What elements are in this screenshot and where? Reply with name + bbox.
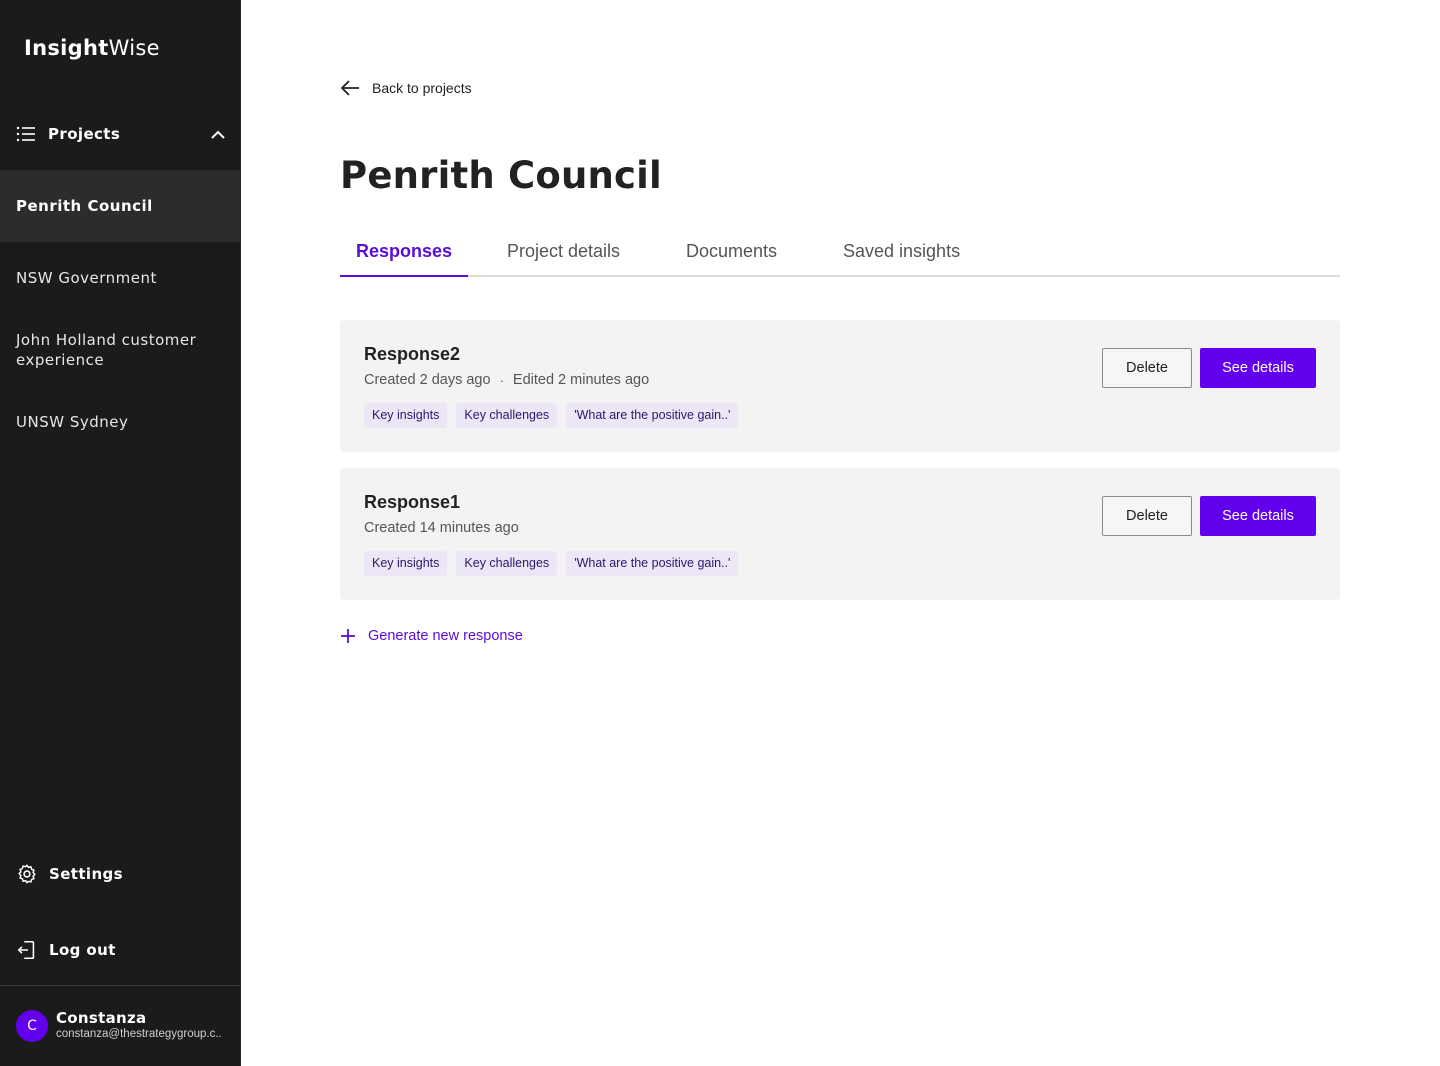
tag-question[interactable]: 'What are the positive gain..' <box>566 403 739 428</box>
response-title: Response2 <box>364 344 461 364</box>
tab-label: Responses <box>356 241 453 261</box>
see-details-button[interactable]: See details <box>1200 496 1316 536</box>
logo-bold-text: Insight <box>24 36 109 60</box>
logout-button[interactable]: Log out <box>16 936 225 964</box>
tab-bar: Responses Project details Documents Save… <box>340 230 1340 277</box>
back-to-projects-link[interactable]: Back to projects <box>340 76 472 100</box>
sidebar-item-john-holland[interactable]: John Holland customer experience <box>0 328 240 372</box>
sidebar-item-label: Penrith Council <box>16 197 153 215</box>
response-card: Response1 Created 14 minutes ago Key ins… <box>340 468 1340 600</box>
sidebar-item-unsw-sydney[interactable]: UNSW Sydney <box>0 400 240 444</box>
response-tags: Key insights Key challenges 'What are th… <box>364 403 739 428</box>
response-meta: Created 14 minutes ago <box>364 520 519 536</box>
plus-icon <box>341 629 355 643</box>
generate-new-response-button[interactable]: Generate new response <box>340 624 523 648</box>
avatar: C <box>16 1010 48 1042</box>
user-profile[interactable]: C Constanza constanza@thestrategygroup.c… <box>0 985 240 1066</box>
sidebar-item-label: UNSW Sydney <box>16 413 129 431</box>
logout-icon <box>17 940 35 960</box>
sidebar-item-nsw-government[interactable]: NSW Government <box>0 256 240 300</box>
created-text: Created 2 days ago <box>364 372 491 388</box>
tag-key-insights[interactable]: Key insights <box>364 551 448 576</box>
response-meta: Created 2 days ago · Edited 2 minutes ag… <box>364 372 649 388</box>
projects-section-toggle[interactable]: Projects <box>16 118 225 150</box>
settings-label: Settings <box>49 865 124 883</box>
see-details-button[interactable]: See details <box>1200 348 1316 388</box>
tab-label: Project details <box>507 241 621 261</box>
list-icon <box>16 126 35 142</box>
sidebar-item-label: NSW Government <box>16 269 157 287</box>
response-title: Response1 <box>364 492 461 512</box>
delete-button[interactable]: Delete <box>1102 496 1192 536</box>
response-tags: Key insights Key challenges 'What are th… <box>364 551 739 576</box>
tab-label: Saved insights <box>843 241 961 261</box>
edited-text: Edited 2 minutes ago <box>512 372 650 388</box>
logo-regular-text: Wise <box>108 36 160 60</box>
tab-responses[interactable]: Responses <box>340 230 469 277</box>
back-label: Back to projects <box>372 80 472 96</box>
gear-icon <box>18 864 36 884</box>
chevron-up-icon[interactable] <box>211 130 225 139</box>
tag-key-insights[interactable]: Key insights <box>364 403 448 428</box>
response-card: Response2 Created 2 days ago · Edited 2 … <box>340 320 1340 452</box>
page-title: Penrith Council <box>340 154 662 197</box>
tab-project-details[interactable]: Project details <box>491 230 636 277</box>
app-logo[interactable]: InsightWise <box>24 36 160 60</box>
sidebar: InsightWise Projects Penrith Council NSW… <box>0 0 241 1066</box>
generate-label: Generate new response <box>368 628 523 644</box>
projects-label: Projects <box>48 125 121 143</box>
logout-label: Log out <box>49 941 116 959</box>
delete-button[interactable]: Delete <box>1102 348 1192 388</box>
meta-separator: · <box>499 372 504 388</box>
sidebar-item-label: John Holland customer experience <box>16 331 197 369</box>
sidebar-item-penrith-council[interactable]: Penrith Council <box>0 170 240 242</box>
created-text: Created 14 minutes ago <box>364 520 519 536</box>
tab-documents[interactable]: Documents <box>670 230 793 277</box>
tag-question[interactable]: 'What are the positive gain..' <box>566 551 739 576</box>
settings-button[interactable]: Settings <box>16 860 225 888</box>
tag-key-challenges[interactable]: Key challenges <box>456 403 558 428</box>
user-name: Constanza <box>56 1009 147 1027</box>
arrow-left-icon <box>340 80 359 96</box>
tab-saved-insights[interactable]: Saved insights <box>827 230 976 277</box>
user-email: constanza@thestrategygroup.c.. <box>56 1028 222 1040</box>
tab-label: Documents <box>686 241 778 261</box>
tag-key-challenges[interactable]: Key challenges <box>456 551 558 576</box>
